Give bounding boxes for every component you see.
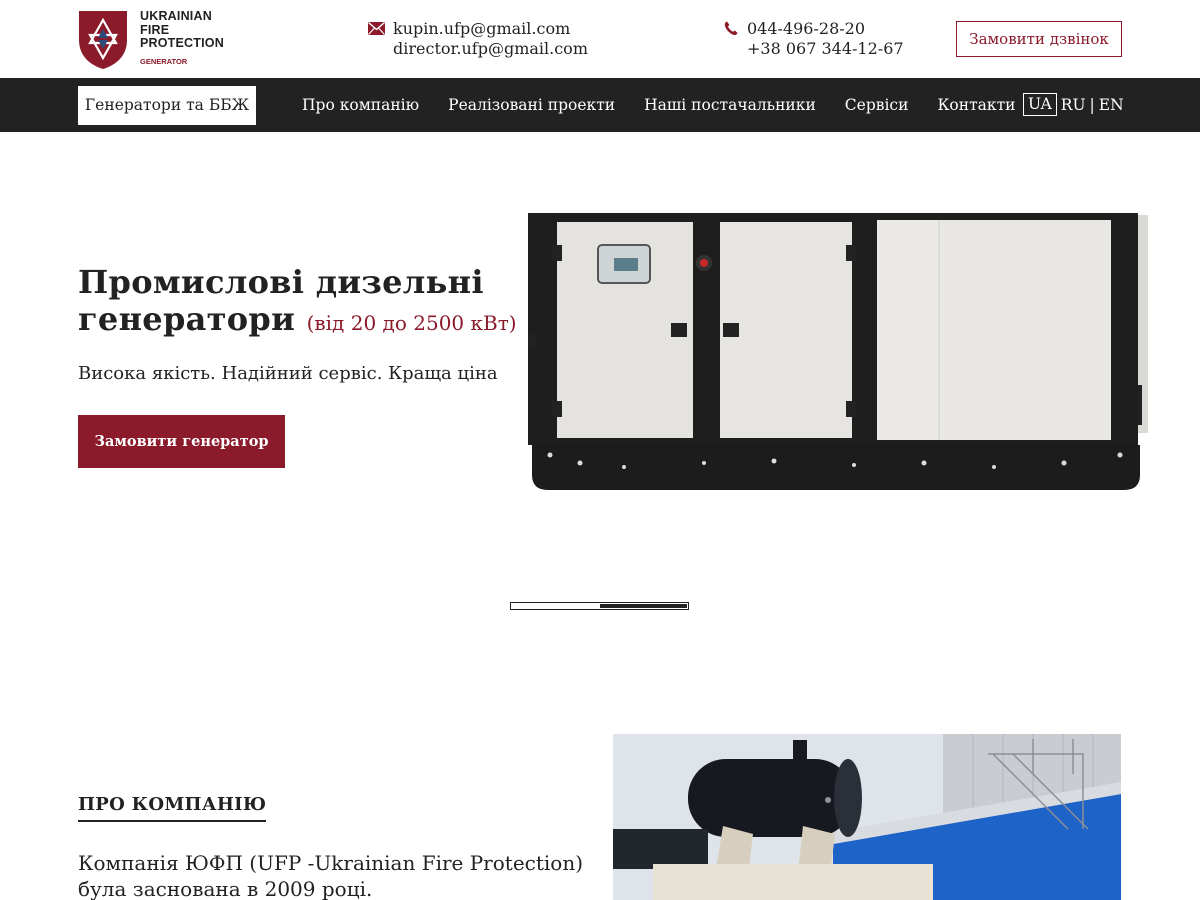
hero-subtitle: Висока якість. Надійний сервіс. Краща ці… bbox=[78, 363, 498, 384]
phone-icon bbox=[724, 21, 738, 36]
hero-title-line-1: Промислові дизельні bbox=[78, 263, 484, 301]
about-text-line-1: Компанія ЮФП (UFP -Ukrainian Fire Protec… bbox=[78, 851, 584, 875]
nav-item-contacts[interactable]: Контакти bbox=[937, 96, 1015, 114]
lang-ua[interactable]: UA bbox=[1023, 93, 1057, 116]
order-call-button[interactable]: Замовити дзвінок bbox=[956, 21, 1122, 57]
logo-line-1: UKRAINIAN bbox=[140, 9, 212, 23]
diesel-generator-image bbox=[528, 213, 1148, 490]
phone-link-1[interactable]: 044-496-28-20 bbox=[747, 19, 904, 39]
about-text-line-2: була заснована в 2009 році. bbox=[78, 877, 373, 900]
hero-title: Промислові дизельні генератори (від 20 д… bbox=[78, 264, 518, 342]
logo-subtitle: GENERATOR bbox=[140, 57, 188, 66]
nav-item-generators[interactable]: Генератори та ББЖ bbox=[78, 86, 256, 125]
nav-item-about[interactable]: Про компанію bbox=[302, 96, 419, 114]
phone-link-2[interactable]: +38 067 344-12-67 bbox=[747, 39, 904, 59]
language-switcher: UA RU | EN bbox=[1023, 93, 1128, 116]
header: UKRAINIAN FIRE PROTECTION GENERATOR kupi… bbox=[0, 0, 1200, 78]
logo-line-2: FIRE bbox=[140, 22, 170, 37]
email-link-1[interactable]: kupin.ufp@gmail.com bbox=[393, 19, 588, 39]
nav-item-projects[interactable]: Реалізовані проекти bbox=[448, 96, 615, 114]
envelope-icon bbox=[368, 22, 385, 35]
email-contacts: kupin.ufp@gmail.com director.ufp@gmail.c… bbox=[368, 19, 588, 59]
about-text: Компанія ЮФП (UFP -Ukrainian Fire Protec… bbox=[78, 850, 598, 900]
logo-text: UKRAINIAN FIRE PROTECTION bbox=[140, 9, 224, 51]
phone-contacts: 044-496-28-20 +38 067 344-12-67 bbox=[724, 19, 904, 59]
main-nav: Генератори та ББЖ Про компанію Реалізова… bbox=[0, 78, 1200, 132]
hero-slider-progress[interactable] bbox=[510, 602, 689, 610]
logo-line-3: PROTECTION bbox=[140, 36, 224, 50]
lang-en[interactable]: EN bbox=[1095, 96, 1128, 114]
nav-item-services[interactable]: Сервіси bbox=[845, 96, 909, 114]
nav-item-suppliers[interactable]: Наші постачальники bbox=[644, 96, 816, 114]
email-link-2[interactable]: director.ufp@gmail.com bbox=[393, 39, 588, 59]
order-generator-button[interactable]: Замовити генератор bbox=[78, 415, 285, 468]
logo-shield-icon bbox=[79, 11, 127, 69]
lang-ru[interactable]: RU bbox=[1057, 96, 1090, 114]
logo[interactable]: UKRAINIAN FIRE PROTECTION GENERATOR bbox=[78, 9, 228, 70]
slider-progress-fill bbox=[600, 604, 687, 608]
about-company-photo bbox=[613, 734, 1121, 900]
about-section-title: ПРО КОМПАНІЮ bbox=[78, 794, 267, 822]
hero-power-range: (від 20 до 2500 кВт) bbox=[306, 311, 517, 335]
hero-title-line-2: генератори bbox=[78, 300, 296, 338]
